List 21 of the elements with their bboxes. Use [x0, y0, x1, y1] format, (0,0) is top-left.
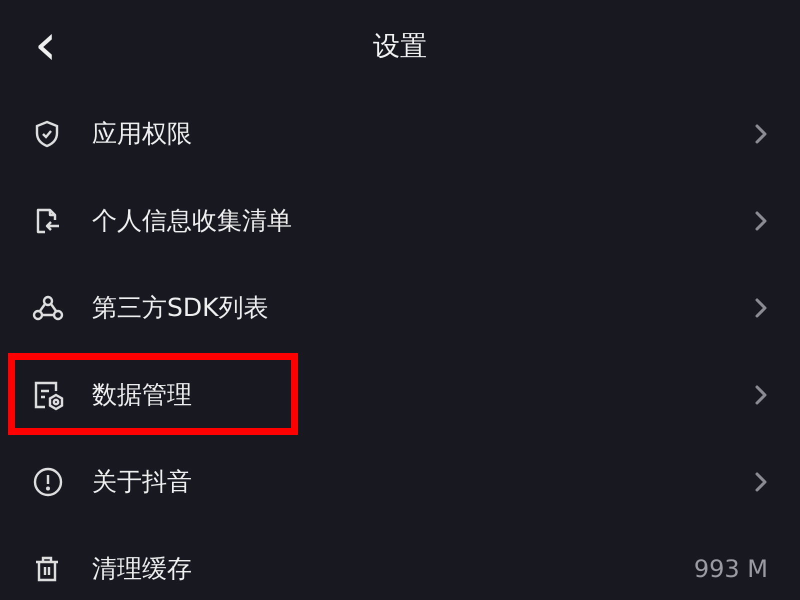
cache-size: 993 M [694, 554, 768, 582]
chevron-right-icon [754, 122, 768, 144]
settings-item[interactable]: 清理缓存 993 M [0, 525, 800, 600]
settings-item[interactable]: 个人信息收集清单 [0, 177, 800, 264]
item-label: 清理缓存 [91, 553, 193, 585]
item-label: 应用权限 [91, 118, 193, 150]
item-label: 第三方SDK列表 [91, 292, 270, 324]
chevron-right-icon [754, 296, 768, 318]
chevron-right-icon [754, 470, 768, 492]
chevron-right-icon [754, 210, 768, 232]
item-label: 数据管理 [91, 379, 193, 411]
chevron-right-icon [754, 384, 768, 406]
item-label: 关于抖音 [91, 466, 193, 498]
item-label: 个人信息收集清单 [91, 205, 293, 237]
settings-item[interactable]: 应用权限 [0, 112, 800, 177]
exclamation-icon [32, 466, 64, 498]
settings-item[interactable]: 数据管理 [0, 351, 800, 438]
settings-item[interactable]: 第三方SDK列表 [0, 264, 800, 351]
page-title: 设置 [373, 30, 427, 64]
settings-item[interactable]: 关于抖音 [0, 438, 800, 525]
back-button[interactable]: ‹ [28, 14, 64, 74]
